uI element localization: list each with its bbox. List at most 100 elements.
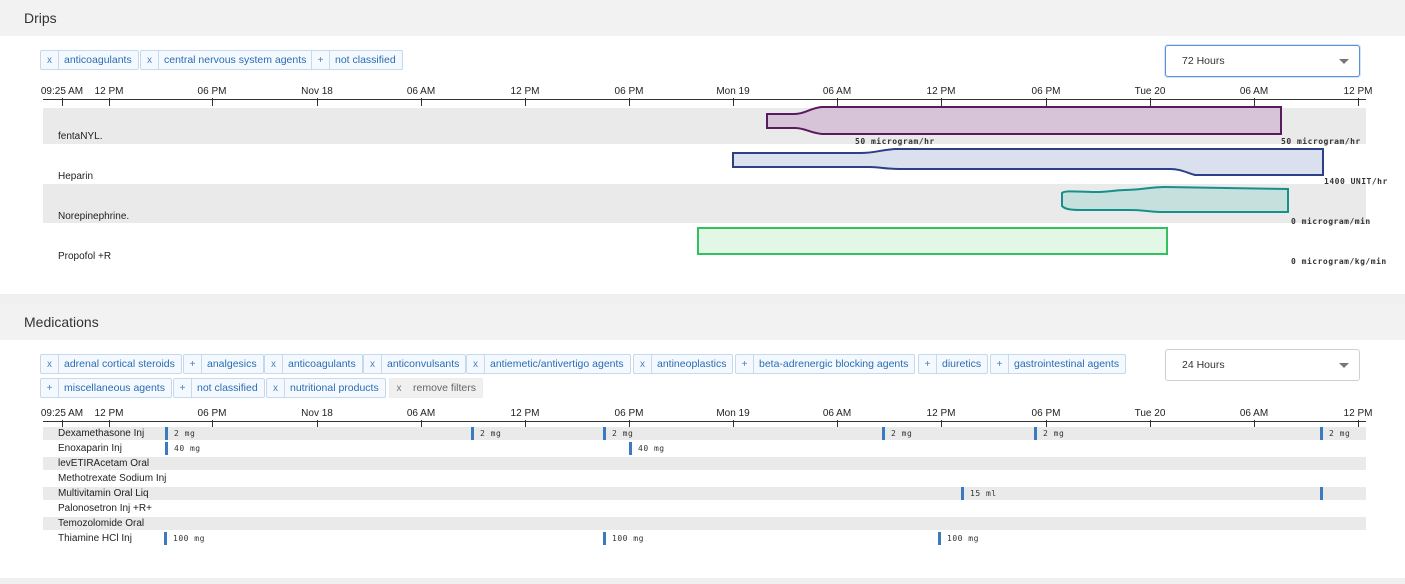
add-icon[interactable]: +: [174, 379, 192, 397]
drips-filter-anticoagulants[interactable]: x anticoagulants: [40, 50, 139, 70]
add-icon[interactable]: +: [991, 355, 1009, 373]
drip-name-fentanyl: fentaNYL.: [58, 131, 103, 142]
dose-label: 2 mg: [1043, 429, 1065, 438]
axis-tick-label: Nov 18: [301, 408, 333, 419]
remove-icon[interactable]: x: [467, 355, 485, 373]
dose-marker[interactable]: [961, 487, 964, 500]
medications-range-select[interactable]: 24 Hours: [1165, 349, 1360, 381]
med-filter-anticoagulants[interactable]: x anticoagulants: [264, 354, 363, 374]
filter-label: anticoagulants: [288, 358, 356, 370]
medications-header: Medications: [0, 304, 1405, 340]
axis-tick: [109, 98, 110, 106]
close-icon: x: [396, 382, 402, 394]
axis-tick: [525, 98, 526, 106]
med-filter-gastrointestinal[interactable]: + gastrointestinal agents: [990, 354, 1127, 374]
remove-icon[interactable]: x: [41, 355, 59, 373]
medication-row-band: [43, 517, 1366, 530]
axis-tick-label: 06 PM: [614, 86, 644, 97]
axis-tick-label: 06 AM: [406, 86, 436, 97]
remove-icon[interactable]: x: [141, 51, 159, 69]
dose-marker[interactable]: [165, 442, 168, 455]
medication-name: levETIRAcetam Oral: [58, 458, 150, 469]
axis-tick: [1046, 98, 1047, 106]
dose-marker[interactable]: [882, 427, 885, 440]
add-icon[interactable]: +: [184, 355, 202, 373]
med-filter-beta-blockers[interactable]: + beta-adrenergic blocking agents: [735, 354, 916, 374]
med-filter-miscellaneous[interactable]: + miscellaneous agents: [40, 378, 172, 398]
axis-tick-label: 06 AM: [822, 86, 852, 97]
dose-marker[interactable]: [603, 532, 606, 545]
drip-name-heparin: Heparin: [58, 171, 94, 182]
med-filter-nutritional[interactable]: x nutritional products: [266, 378, 386, 398]
dose-marker[interactable]: [938, 532, 941, 545]
drips-filter-cns-agents[interactable]: x central nervous system agents: [140, 50, 314, 70]
remove-filters-button[interactable]: x remove filters: [389, 378, 484, 398]
filter-label: anticoagulants: [64, 54, 132, 66]
med-filter-adrenal-cortical-steroids[interactable]: x adrenal cortical steroids: [40, 354, 182, 374]
dose-marker[interactable]: [629, 442, 632, 455]
dose-marker[interactable]: [471, 427, 474, 440]
dose-marker[interactable]: [164, 532, 167, 545]
medication-name: Palonosetron Inj +R+: [58, 503, 152, 514]
med-filter-analgesics[interactable]: + analgesics: [183, 354, 264, 374]
dose-marker[interactable]: [165, 427, 168, 440]
remove-icon[interactable]: x: [364, 355, 382, 373]
drips-range-select[interactable]: 72 Hours: [1165, 45, 1360, 77]
axis-tick-label: 12 PM: [94, 408, 124, 419]
add-icon[interactable]: +: [736, 355, 754, 373]
med-filter-anticonvulsants[interactable]: x anticonvulsants: [363, 354, 467, 374]
axis-tick: [212, 98, 213, 106]
remove-icon[interactable]: x: [265, 355, 283, 373]
filter-label: anticonvulsants: [387, 358, 460, 370]
filter-label: miscellaneous agents: [64, 382, 165, 394]
axis-tick-label: 06 PM: [1031, 86, 1061, 97]
dose-label: 2 mg: [480, 429, 502, 438]
axis-tick-label: 12 PM: [926, 86, 956, 97]
drip-rate-label: 0 microgram/min: [1291, 217, 1371, 226]
dose-label: 2 mg: [891, 429, 913, 438]
remove-icon[interactable]: x: [267, 379, 285, 397]
drip-name-norepinephrine: Norepinephrine.: [58, 211, 130, 222]
remove-icon[interactable]: x: [41, 51, 59, 69]
drip-rate-label: 1400 UNIT/hr: [1324, 177, 1388, 186]
dose-marker[interactable]: [1320, 487, 1323, 500]
axis-tick-label: 12 PM: [510, 86, 540, 97]
medications-title: Medications: [24, 314, 99, 330]
add-icon[interactable]: +: [919, 355, 937, 373]
filter-label: nutritional products: [290, 382, 379, 394]
medication-row-band: [43, 457, 1366, 470]
filter-label: antineoplastics: [657, 358, 727, 370]
med-filter-antiemetic[interactable]: x antiemetic/antivertigo agents: [466, 354, 631, 374]
dose-marker[interactable]: [1320, 427, 1323, 440]
filter-label: antiemetic/antivertigo agents: [490, 358, 624, 370]
filter-label: central nervous system agents: [164, 54, 307, 66]
remove-icon[interactable]: x: [634, 355, 652, 373]
medication-name: Methotrexate Sodium Inj: [58, 473, 167, 484]
axis-tick-label: 12 PM: [1343, 408, 1373, 419]
add-icon[interactable]: +: [41, 379, 59, 397]
dose-label: 2 mg: [1329, 429, 1351, 438]
axis-tick-label: Nov 18: [301, 86, 333, 97]
axis-tick: [733, 98, 734, 106]
medication-name: Multivitamin Oral Liq: [58, 488, 149, 499]
axis-tick-label: 06 PM: [614, 408, 644, 419]
axis-tick-label: 12 PM: [510, 408, 540, 419]
drips-filter-not-classified[interactable]: + not classified: [311, 50, 403, 70]
axis-tick-label: 06 AM: [1239, 408, 1269, 419]
axis-tick-label: 06 AM: [822, 408, 852, 419]
axis-tick: [837, 98, 838, 106]
drip-rate-label: 0 microgram/kg/min: [1291, 257, 1387, 266]
med-filter-diuretics[interactable]: + diuretics: [918, 354, 989, 374]
axis-tick-label: Tue 20: [1134, 86, 1166, 97]
dose-marker[interactable]: [1034, 427, 1037, 440]
axis-tick-label: Mon 19: [716, 408, 750, 419]
filter-label: not classified: [335, 54, 396, 66]
dose-marker[interactable]: [603, 427, 606, 440]
med-filter-antineoplastics[interactable]: x antineoplastics: [633, 354, 734, 374]
axis-tick-label: 12 PM: [94, 86, 124, 97]
drip-name-propofol: Propofol +R: [58, 251, 112, 262]
axis-tick-label: 09:25 AM: [40, 86, 84, 97]
add-icon[interactable]: +: [312, 51, 330, 69]
med-filter-not-classified[interactable]: + not classified: [173, 378, 265, 398]
axis-tick-label: 06 AM: [406, 408, 436, 419]
